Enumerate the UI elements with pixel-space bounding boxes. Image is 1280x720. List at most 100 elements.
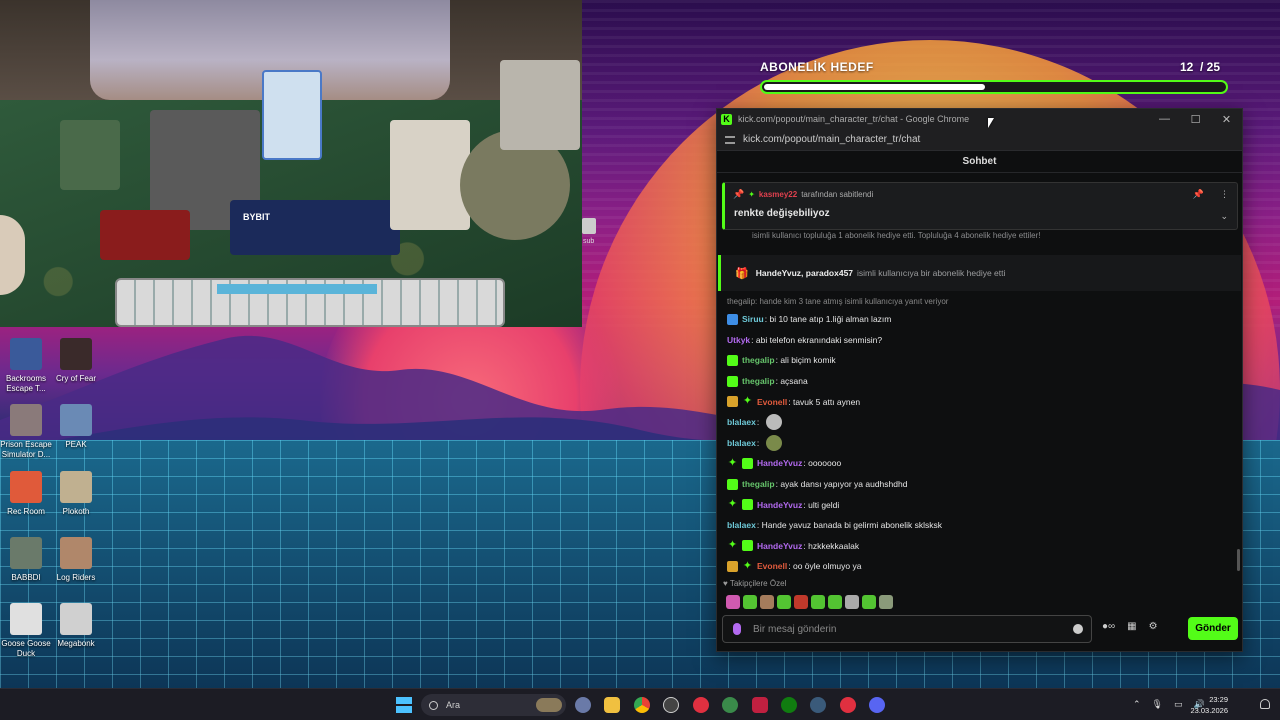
steam-icon[interactable]	[810, 697, 826, 713]
desktop-shortcut[interactable]: Megabonk	[48, 603, 104, 649]
emote-quick-row	[726, 595, 893, 609]
chat-text: ayak dansı yapıyor ya audhshdhd	[780, 479, 908, 490]
taskbar-clock[interactable]: 23:29 23.03.2026	[1190, 694, 1228, 716]
chat-username[interactable]: Siruu	[742, 314, 764, 324]
sub-badge-icon[interactable]	[727, 375, 738, 387]
chat-popout-window[interactable]: K kick.com/popout/main_character_tr/chat…	[716, 108, 1243, 652]
emote-icon[interactable]	[743, 595, 757, 609]
obs-icon[interactable]	[663, 697, 679, 713]
chat-username[interactable]: Evonell	[757, 397, 787, 407]
network-icon[interactable]: ▭	[1174, 699, 1183, 710]
desktop-shortcut-label: Log Riders	[56, 573, 96, 582]
pin-icon: 📌	[733, 189, 745, 199]
emoji-picker-icon[interactable]	[1073, 624, 1083, 634]
pinned-message[interactable]: 📌 ✦ kasmey22 tarafından sabitlendi renkt…	[722, 182, 1238, 230]
chat-username[interactable]: HandeYvuz	[757, 541, 802, 551]
desktop-shortcut[interactable]: Goose Goose Duck	[0, 603, 54, 659]
spark-badge-icon[interactable]: ✦	[742, 396, 753, 407]
app-icon	[60, 338, 92, 370]
pinned-by-user[interactable]: kasmey22	[759, 190, 797, 199]
mic-icon[interactable]	[733, 623, 741, 635]
chat-text: Hande yavuz banada bi gelirmi abonelik s…	[761, 520, 943, 531]
emote-icon[interactable]	[726, 595, 740, 609]
chat-username[interactable]: Utkyk	[727, 335, 750, 345]
settings-app-icon[interactable]	[575, 697, 591, 713]
chat-username[interactable]: blalaex	[727, 417, 756, 427]
riot-client-icon[interactable]	[752, 697, 768, 713]
crown-badge-icon[interactable]	[727, 560, 738, 572]
site-settings-icon[interactable]	[725, 135, 735, 144]
goal-target: / 25	[1199, 60, 1220, 74]
taskbar-search[interactable]: Ara	[421, 694, 566, 716]
chevron-up-icon[interactable]: ⌃	[1133, 699, 1141, 710]
desktop-shortcut[interactable]: Prison Escape Simulator D...	[0, 404, 54, 460]
sub-badge-icon[interactable]	[742, 499, 753, 511]
settings-gear-icon[interactable]: ⚙	[1149, 621, 1158, 632]
sub-badge-icon[interactable]	[742, 457, 753, 469]
chat-username[interactable]: HandeYvuz	[757, 458, 802, 468]
sub-badge-icon[interactable]	[727, 354, 738, 366]
unpin-icon[interactable]: 📌	[1193, 189, 1204, 200]
desktop-shortcut[interactable]: Backrooms Escape T...	[0, 338, 54, 394]
chat-message: thegalip: ayak dansı yapıyor ya audhshdh…	[727, 474, 1237, 495]
emote-icon[interactable]	[777, 595, 791, 609]
chat-message-input[interactable]	[753, 623, 1073, 635]
chat-username[interactable]: HandeYvuz	[757, 500, 802, 510]
chat-username[interactable]: Evonell	[757, 561, 787, 571]
gift-usernames[interactable]: HandeYvuz, paradox457	[756, 268, 853, 278]
desktop-shortcut[interactable]: Plokoth	[48, 471, 104, 517]
desktop-shortcut[interactable]: Log Riders	[48, 537, 104, 583]
minimize-button[interactable]: —	[1149, 109, 1180, 129]
emote-icon[interactable]	[811, 595, 825, 609]
chat-message: blalaex:	[727, 412, 1237, 433]
emote-icon[interactable]	[828, 595, 842, 609]
send-button[interactable]: Gönder	[1188, 617, 1238, 640]
chat-scrollbar[interactable]	[1237, 549, 1240, 571]
address-bar[interactable]: kick.com/popout/main_character_tr/chat	[717, 129, 1242, 151]
chat-username[interactable]: thegalip	[742, 376, 775, 386]
chat-username[interactable]: blalaex	[727, 520, 756, 530]
lego-tower	[500, 60, 580, 150]
desktop-shortcut[interactable]: BABBDI	[0, 537, 54, 583]
desktop-shortcut[interactable]: Rec Room	[0, 471, 54, 517]
emote-icon[interactable]	[794, 595, 808, 609]
notification-bell-icon[interactable]	[1260, 699, 1270, 709]
gift-button-icon[interactable]: ▦	[1127, 621, 1136, 632]
spark-badge-icon[interactable]: ✦	[727, 457, 738, 469]
search-placeholder: Ara	[446, 700, 461, 710]
discord-icon[interactable]	[869, 697, 885, 713]
emote-icon[interactable]	[879, 595, 893, 609]
more-options-icon[interactable]: ⋮	[1220, 189, 1229, 200]
chat-username[interactable]: blalaex	[727, 438, 756, 448]
chat-message: ✦ HandeYvuz: ooooooo	[727, 453, 1237, 474]
spark-badge-icon[interactable]: ✦	[742, 560, 753, 572]
spark-badge-icon[interactable]: ✦	[727, 499, 738, 510]
desktop-shortcut-label: BABBDI	[11, 573, 41, 582]
close-button[interactable]: ✕	[1211, 109, 1242, 129]
xbox-app-icon[interactable]	[722, 697, 738, 713]
xbox-icon[interactable]	[781, 697, 797, 713]
emote-icon[interactable]	[845, 595, 859, 609]
points-icon[interactable]: ●∞	[1102, 621, 1115, 632]
maximize-button[interactable]: ☐	[1180, 109, 1211, 129]
reply-context: thegalip: hande kim 3 tane atmış isimli …	[727, 297, 949, 306]
opera-icon[interactable]	[693, 697, 709, 713]
spark-badge-icon[interactable]: ✦	[727, 540, 738, 551]
desktop-shortcut[interactable]: Cry of Fear	[48, 338, 104, 384]
emote-icon[interactable]	[760, 595, 774, 609]
sub-badge-icon[interactable]	[742, 540, 753, 552]
chevron-down-icon[interactable]: ⌄	[1220, 211, 1228, 222]
chat-username[interactable]: thegalip	[742, 355, 775, 365]
file-explorer-icon[interactable]	[604, 697, 620, 713]
chat-username[interactable]: thegalip	[742, 479, 775, 489]
crown-badge-icon[interactable]	[727, 396, 738, 408]
desktop-shortcut[interactable]: PEAK	[48, 404, 104, 450]
chrome-icon[interactable]	[634, 697, 650, 713]
windows-start-icon[interactable]	[396, 697, 412, 713]
chat-message: ✦ Evonell: oo öyle olmuyo ya	[727, 556, 1237, 577]
emote-icon[interactable]	[862, 595, 876, 609]
microphone-icon[interactable]: 🎙	[1152, 699, 1163, 710]
game-launcher-icon[interactable]	[840, 697, 856, 713]
sub-badge-icon[interactable]	[727, 478, 738, 490]
verified-badge-icon[interactable]	[727, 313, 738, 325]
